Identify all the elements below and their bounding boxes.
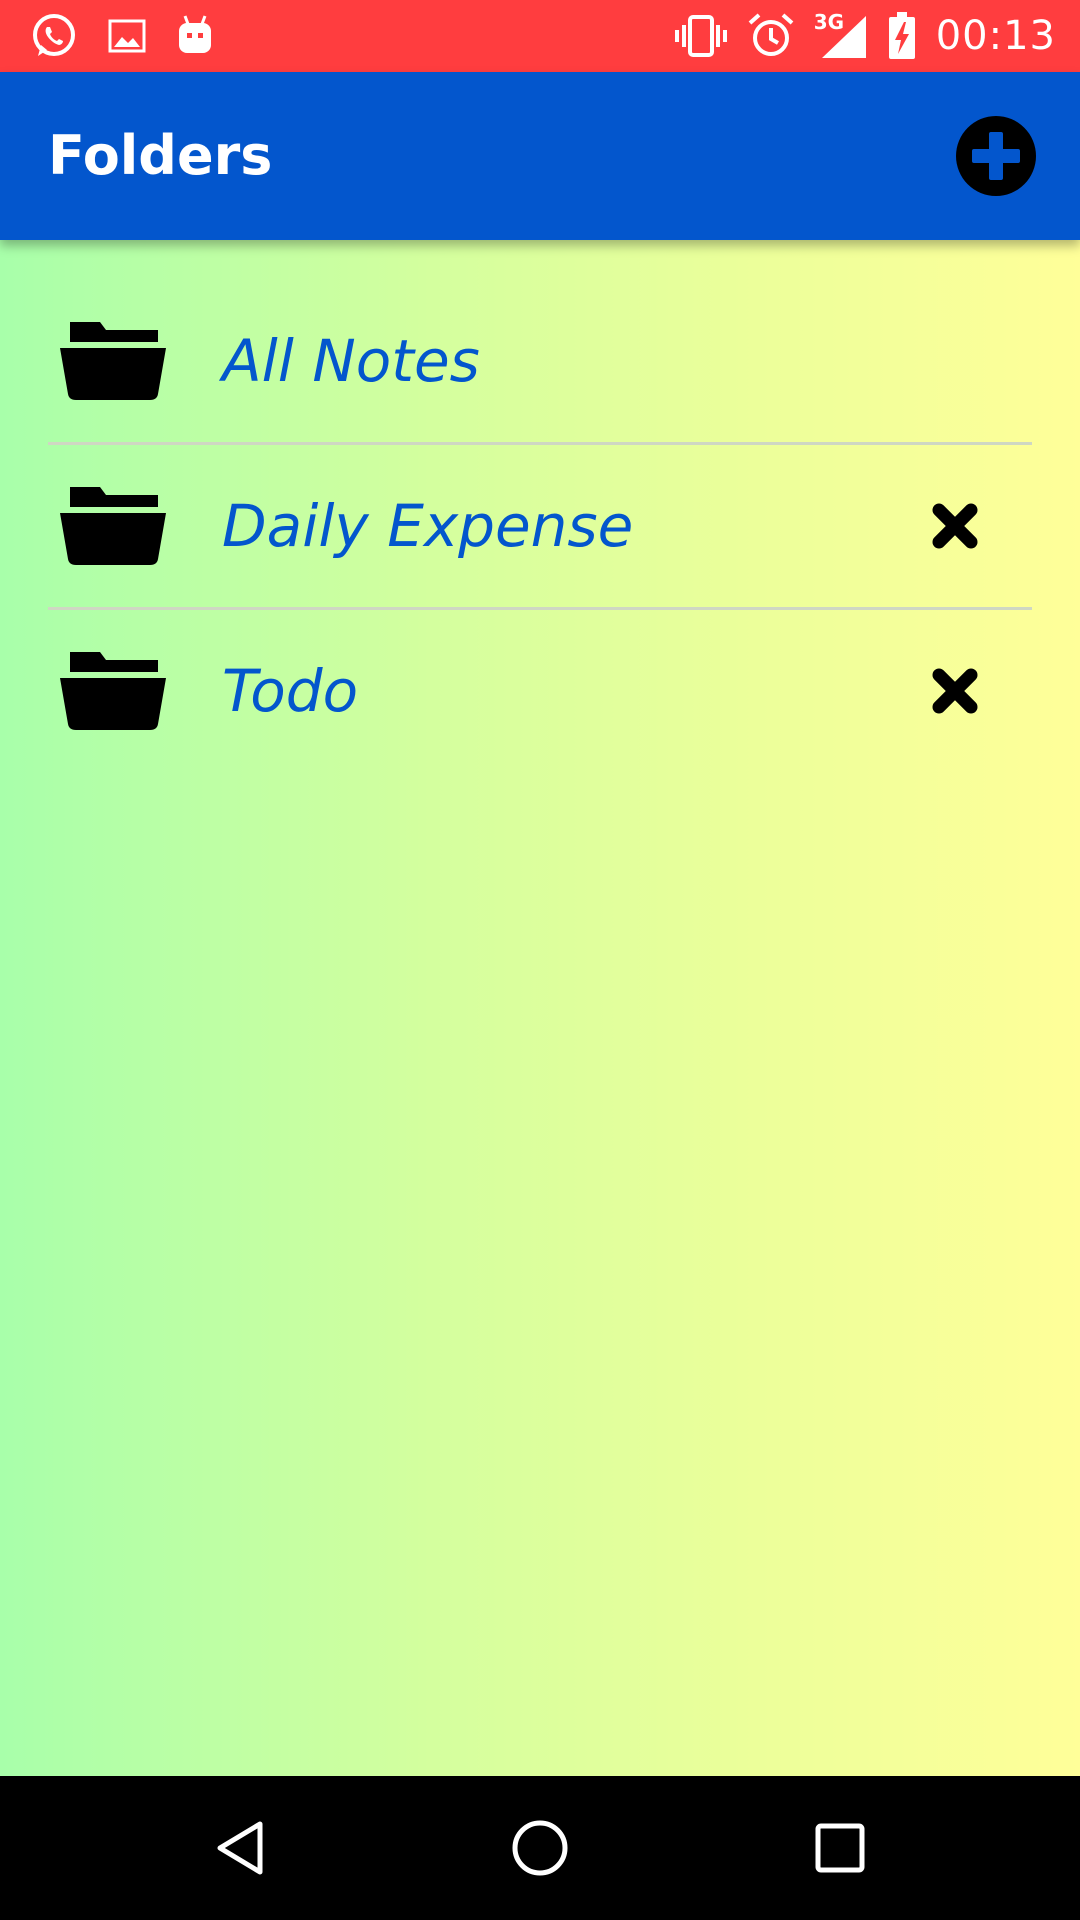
status-bar: 3G 00:13 — [0, 0, 1080, 72]
battery-charging-icon — [888, 12, 916, 60]
home-button[interactable] — [468, 1776, 612, 1920]
add-folder-button[interactable] — [956, 116, 1036, 196]
folder-name: Todo — [222, 657, 359, 725]
close-icon[interactable] — [930, 666, 980, 716]
notification-icons — [30, 0, 214, 72]
folder-name: Daily Expense — [222, 492, 634, 560]
back-button[interactable] — [170, 1776, 314, 1920]
image-icon — [108, 17, 146, 55]
system-status-icons: 3G 00:13 — [674, 0, 1056, 72]
back-icon — [217, 1821, 263, 1875]
whatsapp-icon — [30, 12, 78, 60]
folder-name: All Notes — [222, 327, 480, 395]
folder-item-todo[interactable]: Todo — [48, 610, 1032, 772]
folder-list-area: All Notes Daily Expense Todo — [0, 240, 1080, 1776]
close-icon[interactable] — [930, 501, 980, 551]
folder-item-all-notes[interactable]: All Notes — [48, 280, 1032, 445]
plus-circle-icon — [972, 132, 1020, 180]
signal-icon: 3G — [813, 10, 868, 60]
vibrate-icon — [674, 14, 728, 58]
android-icon — [176, 14, 214, 58]
folder-item-daily-expense[interactable]: Daily Expense — [48, 445, 1032, 610]
recents-button[interactable] — [768, 1776, 912, 1920]
navigation-bar — [0, 1776, 1080, 1920]
alarm-icon — [748, 13, 794, 59]
open-folder-icon — [60, 650, 166, 730]
open-folder-icon — [60, 485, 166, 565]
page-title: Folders — [48, 124, 273, 187]
network-type-label: 3G — [813, 10, 845, 34]
recents-icon — [815, 1823, 865, 1873]
open-folder-icon — [60, 320, 166, 400]
app-bar: Folders — [0, 72, 1080, 240]
home-icon — [512, 1820, 568, 1876]
folder-list: All Notes Daily Expense Todo — [48, 280, 1032, 772]
status-time: 00:13 — [935, 13, 1056, 59]
